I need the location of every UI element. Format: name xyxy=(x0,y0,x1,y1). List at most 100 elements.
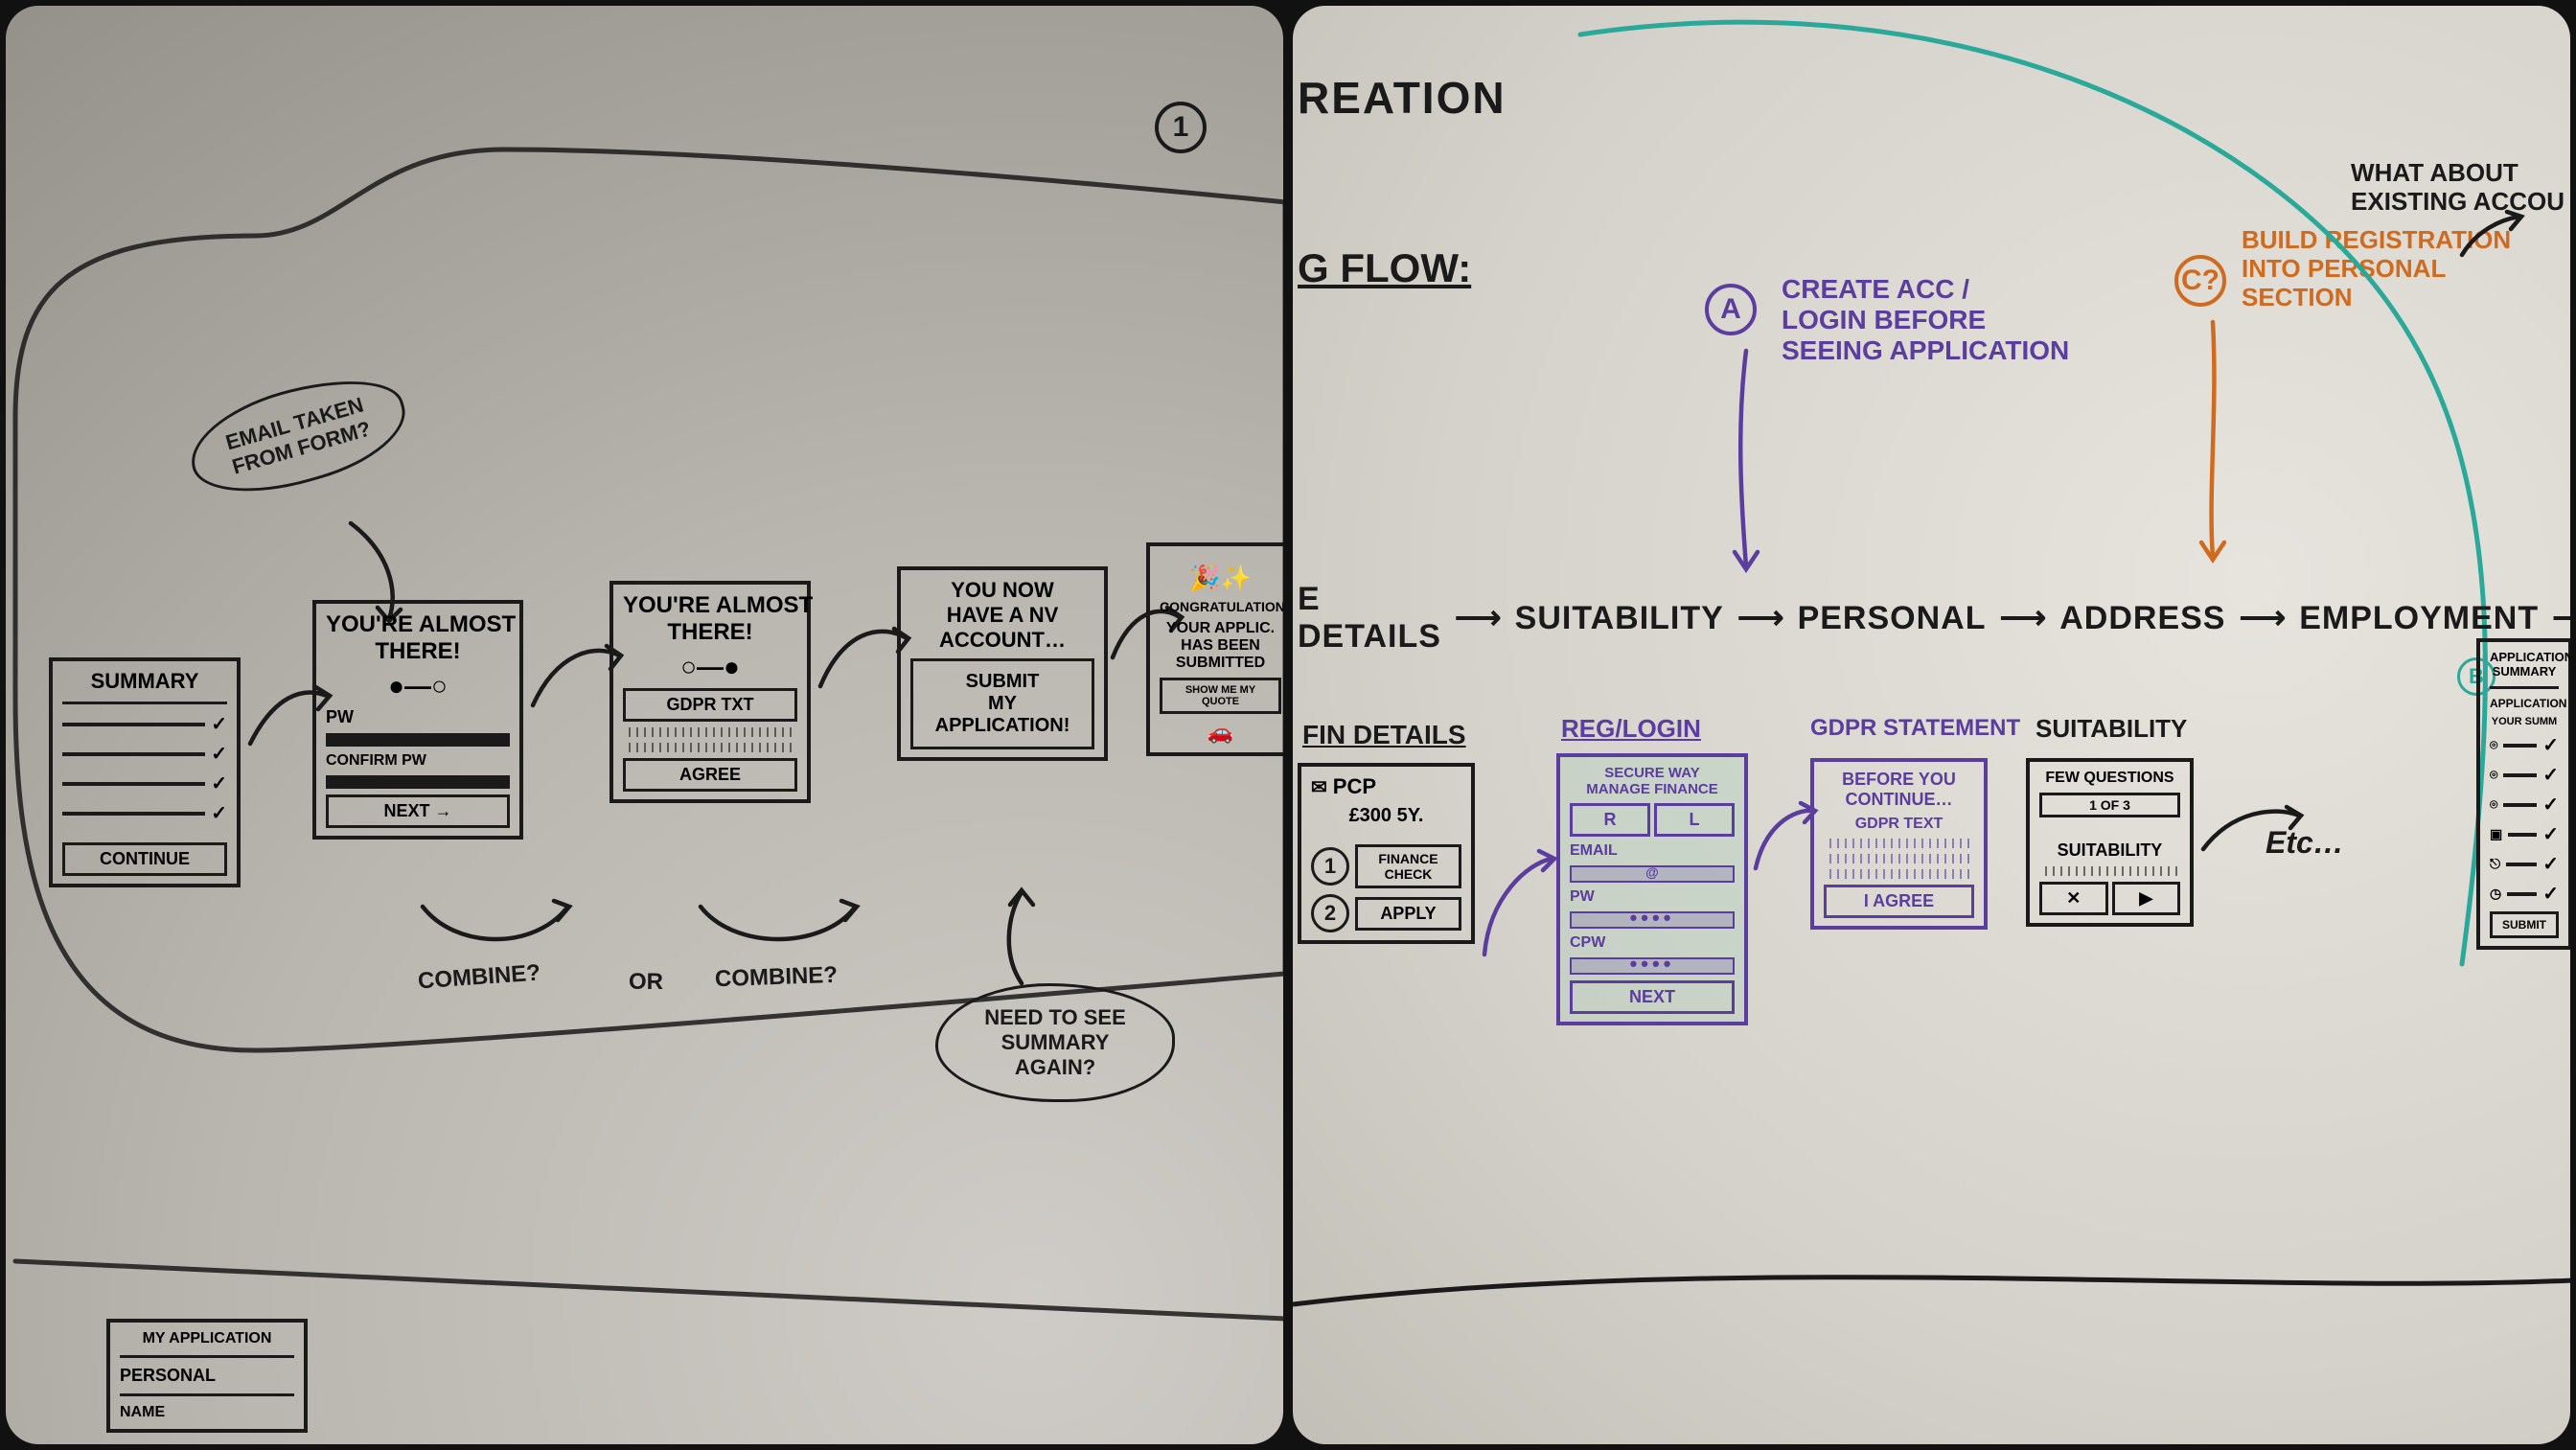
pw-label: PW xyxy=(326,707,510,727)
reg-tagline: SECURE WAY MANAGE FINANCE xyxy=(1570,765,1735,797)
appsum-line: ⌾ xyxy=(2490,733,2559,757)
suit-next-button: ▶ xyxy=(2112,882,2181,915)
summary-line xyxy=(62,801,227,825)
fin-option-1: 1 FINANCE CHECK xyxy=(1311,844,1461,888)
card-summary: SUMMARY CONTINUE xyxy=(49,657,241,887)
appsum-line: ⌾ xyxy=(2490,793,2559,817)
car-icon: 🚗 xyxy=(1160,720,1281,745)
suit-progress: 1 of 3 xyxy=(2039,793,2180,817)
card-gdpr: BEFORE YOU CONTINUE… GDPR TEXT I AGREE xyxy=(1810,758,1988,930)
page-number-badge: 1 xyxy=(1155,102,1207,153)
submit-application-button: SUBMIT MY APPLICATION! xyxy=(910,658,1094,749)
arrow-combine-left xyxy=(418,897,571,964)
nv-title: YOU NOW HAVE A NV ACCOUNT… xyxy=(910,578,1094,653)
annotation-need-summary: NEED TO SEE SUMMARY AGAIN? xyxy=(935,983,1175,1102)
appsum-sub: APPLICATION xyxy=(2490,697,2559,710)
appsum-line: ⌾ xyxy=(2490,763,2559,787)
annotation-or: OR xyxy=(629,969,663,996)
flow-steps-row: E DETAILS ⟶ SUITABILITY ⟶ PERSONAL ⟶ ADD… xyxy=(1298,581,2570,656)
squiggle xyxy=(1824,854,1974,863)
squiggle xyxy=(1824,839,1974,848)
almost1-next-button: NEXT → xyxy=(326,794,510,828)
label-suitability: SUITABILITY xyxy=(2036,715,2187,744)
arrow-existing xyxy=(2457,212,2524,260)
arrow-fin-to-reg xyxy=(1480,849,1556,964)
reg-pw-label: PW xyxy=(1570,888,1735,906)
summary-line xyxy=(62,712,227,736)
divider xyxy=(62,702,227,704)
arrow-need-summary xyxy=(993,887,1050,993)
etc-label: Etc… xyxy=(2266,825,2344,861)
gdpr-body-label: GDPR TEXT xyxy=(1824,816,1974,833)
appsum-line: ⎋ xyxy=(2490,852,2559,876)
card-my-application: MY APPLICATION PERSONAL NAME xyxy=(106,1319,308,1433)
summary-line xyxy=(62,742,227,766)
label-fin-details: FIN DETAILS xyxy=(1302,720,1466,750)
flow-step-employment: EMPLOYMENT xyxy=(2299,600,2539,637)
card-nv-account: YOU NOW HAVE A NV ACCOUNT… SUBMIT MY APP… xyxy=(897,566,1108,761)
card-fin-details: ✉ PCP £300 5Y. 1 FINANCE CHECK 2 APPLY xyxy=(1298,763,1475,944)
summary-continue-button: CONTINUE xyxy=(62,842,227,876)
myapp-section: PERSONAL xyxy=(120,1366,294,1386)
card-application-summary: APPLICATION SUMMARY APPLICATION YOUR SUM… xyxy=(2476,638,2570,950)
option-c-badge: C? xyxy=(2174,255,2226,307)
fin-price: £300 5Y. xyxy=(1311,805,1461,827)
gdpr-label-box: GDPR TXT xyxy=(623,688,797,722)
myapp-field: NAME xyxy=(120,1404,294,1421)
reg-email-field: @ xyxy=(1570,865,1735,883)
appsum-heading: APPLICATION SUMMARY xyxy=(2490,650,2559,679)
almost2-title: YOU'RE ALMOST THERE! xyxy=(623,592,797,646)
arrow-icon: ⟶ xyxy=(2552,599,2570,637)
arrow-icon: ⟶ xyxy=(1455,599,1502,637)
reg-cpw-label: CPW xyxy=(1570,934,1735,952)
suit-label: SUITABILITY xyxy=(2039,840,2180,861)
card-almost-there-gdpr: YOU'RE ALMOST THERE! ○—● GDPR TXT AGREE xyxy=(610,581,811,803)
arrow-option-c xyxy=(2189,322,2237,562)
arrow-icon: ⟶ xyxy=(1737,599,1784,637)
flow-step-personal: PERSONAL xyxy=(1798,600,1987,637)
almost2-agree-button: AGREE xyxy=(623,758,797,792)
arrow-icon: ⟶ xyxy=(1999,599,2046,637)
reg-pw-field: •••• xyxy=(1570,911,1735,929)
flow-step-details: E DETAILS xyxy=(1298,581,1441,656)
appsum-submit-button: SUBMIT xyxy=(2490,911,2559,938)
gdpr-agree-button: I AGREE xyxy=(1824,885,1974,918)
stepper-dots: ○—● xyxy=(623,652,797,682)
squiggle xyxy=(623,727,797,737)
suit-back-button: ✕ xyxy=(2039,882,2108,915)
congrats-button: SHOW ME MY QUOTE xyxy=(1160,678,1281,714)
fin-row: ✉ PCP xyxy=(1311,774,1461,799)
confirm-pw-field xyxy=(326,775,510,789)
left-whiteboard-photo: 1 EMAIL TAKEN FROM FORM? SUMMARY CONTINU… xyxy=(6,6,1283,1444)
flow-step-address: ADDRESS xyxy=(2059,600,2225,637)
reg-tabs: R L xyxy=(1570,803,1735,837)
card-almost-there-pw: YOU'RE ALMOST THERE! ●—○ PW CONFIRM PW N… xyxy=(312,600,523,840)
confirm-pw-label: CONFIRM PW xyxy=(326,752,510,770)
pw-field xyxy=(326,733,510,747)
appsum-line: ◷ xyxy=(2490,882,2559,906)
option-a: A xyxy=(1705,284,1757,335)
squiggle xyxy=(1824,869,1974,879)
summary-title: SUMMARY xyxy=(62,669,227,694)
heading-creation: REATION xyxy=(1298,73,1506,124)
right-whiteboard-photo: REATION G FLOW: A CREATE ACC / LOGIN BEF… xyxy=(1293,6,2570,1444)
arrow-icon: ⟶ xyxy=(2239,599,2286,637)
almost1-title: YOU'RE ALMOST THERE! xyxy=(326,611,510,665)
summary-line xyxy=(62,771,227,795)
gdpr-title: BEFORE YOU CONTINUE… xyxy=(1824,770,1974,810)
envelope-icon: ✉ xyxy=(1311,775,1327,799)
squiggle xyxy=(2039,866,2180,876)
option-a-badge: A xyxy=(1705,284,1757,335)
squiggle xyxy=(623,743,797,752)
option-c: C? xyxy=(2174,255,2226,307)
appsum-line: ▣ xyxy=(2490,822,2559,846)
label-gdpr: GDPR STATEMENT xyxy=(1810,715,2020,742)
radio-icon: 2 xyxy=(1311,894,1349,932)
subheading-flow: G FLOW: xyxy=(1298,245,1471,291)
congrats-title: CONGRATULATIONS xyxy=(1160,599,1281,614)
annotation-combine-left: COMBINE? xyxy=(417,960,541,995)
arrow-combine-right xyxy=(696,897,859,964)
annotation-combine-right: COMBINE? xyxy=(715,962,839,993)
appsum-you: YOUR SUMM xyxy=(2490,716,2559,727)
reg-email-label: EMAIL xyxy=(1570,842,1735,860)
